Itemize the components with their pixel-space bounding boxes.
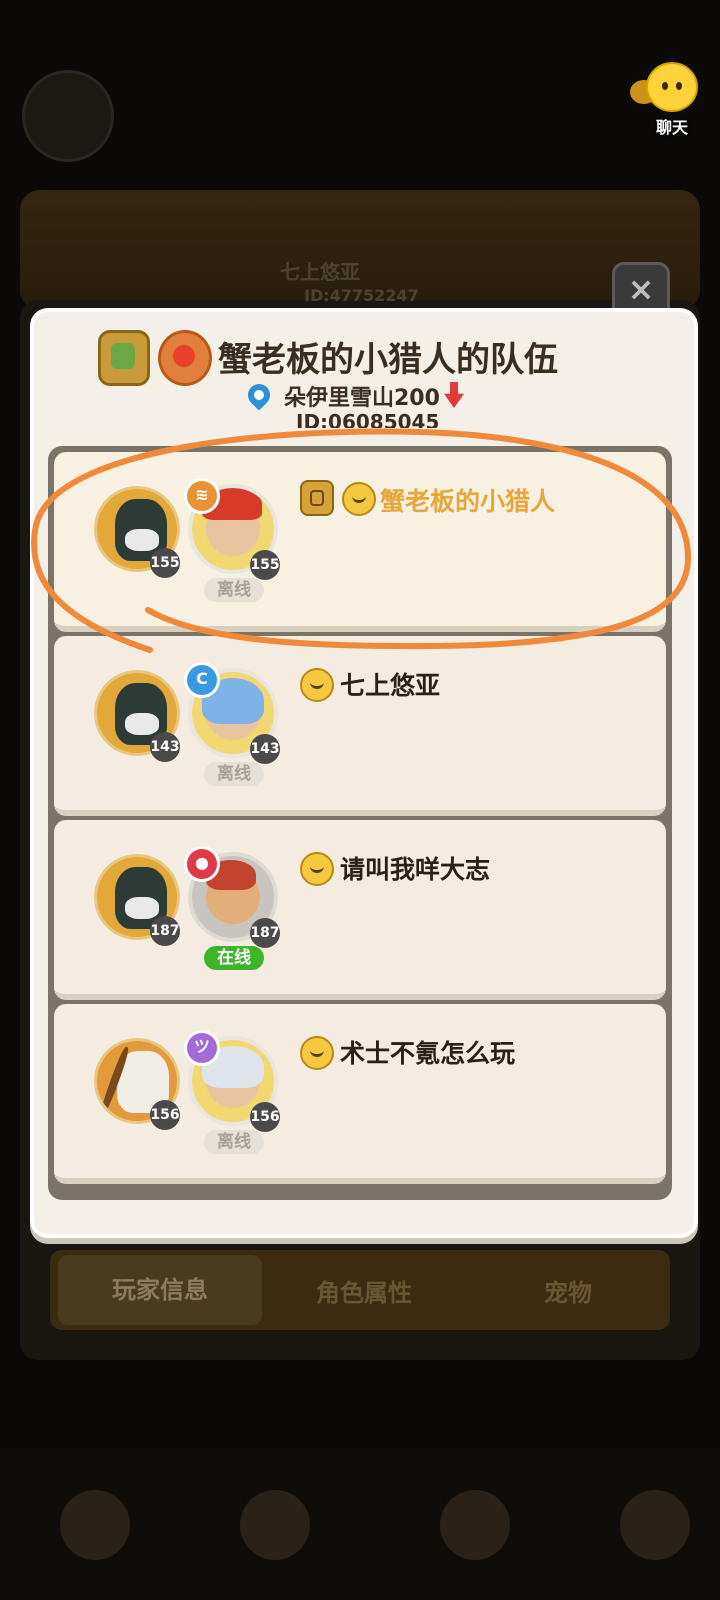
- status-badge: 离线: [204, 578, 264, 602]
- member-name: 术士不氪怎么玩: [340, 1039, 516, 1068]
- team-location: 朵伊里雪山200: [284, 386, 440, 411]
- pet-level-badge: 143: [250, 734, 280, 764]
- member-name: 七上悠亚: [340, 671, 441, 700]
- member-card[interactable]: 143 C 143 离线 七上悠亚: [54, 636, 666, 816]
- background-owner-id: ID:47752247: [304, 286, 419, 305]
- bottom-nav-icon: [60, 1490, 130, 1560]
- emoji-face-icon: [300, 1036, 334, 1070]
- fire-element-icon: ≋: [184, 478, 220, 514]
- team-emblem-icon: [158, 330, 212, 386]
- leader-badge-icon: [300, 480, 334, 516]
- emoji-face-icon: [300, 852, 334, 886]
- team-rank-badge-icon: [98, 330, 150, 386]
- status-badge: 离线: [204, 1130, 264, 1154]
- emoji-face-icon: [300, 668, 334, 702]
- bottom-nav-icon: [440, 1490, 510, 1560]
- bottom-nav-icon: [620, 1490, 690, 1560]
- player-level-badge: 143: [150, 732, 180, 762]
- tab-pets[interactable]: 宠物: [466, 1273, 670, 1308]
- chat-label: 聊天: [655, 118, 688, 137]
- psychic-element-icon: ツ: [184, 1030, 220, 1066]
- member-name: 请叫我咩大志: [340, 855, 491, 884]
- team-id: ID:06085045: [296, 410, 440, 428]
- member-card[interactable]: 187 ● 187 在线 请叫我咩大志: [54, 820, 666, 1000]
- member-list: 155 ≋ 155 离线 蟹老板的小猎人 143 C 143 离线 七上悠亚 1…: [48, 446, 672, 1200]
- tab-player-info[interactable]: 玩家信息: [58, 1255, 262, 1325]
- pet-level-badge: 156: [250, 1102, 280, 1132]
- team-name: 蟹老板的小猎人的队伍: [218, 340, 558, 380]
- tab-character-attributes[interactable]: 角色属性: [262, 1273, 466, 1308]
- status-badge: 离线: [204, 762, 264, 786]
- pet-level-badge: 187: [250, 918, 280, 948]
- member-card[interactable]: 156 ツ 156 离线 术士不氪怎么玩: [54, 1004, 666, 1184]
- player-level-badge: 156: [150, 1100, 180, 1130]
- background-tab-bar: 玩家信息 角色属性 宠物: [50, 1250, 670, 1330]
- background-avatar: [22, 70, 114, 162]
- team-info-dialog: 蟹老板的小猎人的队伍 朵伊里雪山200 ID:06085045 155 ≋ 15…: [30, 308, 698, 1238]
- player-level-badge: 155: [150, 548, 180, 578]
- water-element-icon: C: [184, 662, 220, 698]
- member-card[interactable]: 155 ≋ 155 离线 蟹老板的小猎人: [54, 452, 666, 632]
- chat-button[interactable]: 聊天: [630, 62, 712, 137]
- bottom-nav-icon: [240, 1490, 310, 1560]
- status-badge: 在线: [204, 946, 264, 970]
- member-name: 蟹老板的小猎人: [380, 487, 556, 516]
- team-header: 蟹老板的小猎人的队伍 朵伊里雪山200 ID:06085045: [34, 312, 694, 436]
- background-owner-name: 七上悠亚: [280, 260, 360, 284]
- chat-bubble-icon: [630, 62, 698, 112]
- pet-level-badge: 155: [250, 550, 280, 580]
- player-level-badge: 187: [150, 916, 180, 946]
- red-element-icon: ●: [184, 846, 220, 882]
- emoji-face-icon: [342, 482, 376, 516]
- navigate-arrow-icon[interactable]: [444, 382, 464, 408]
- location-pin-icon: [243, 379, 275, 411]
